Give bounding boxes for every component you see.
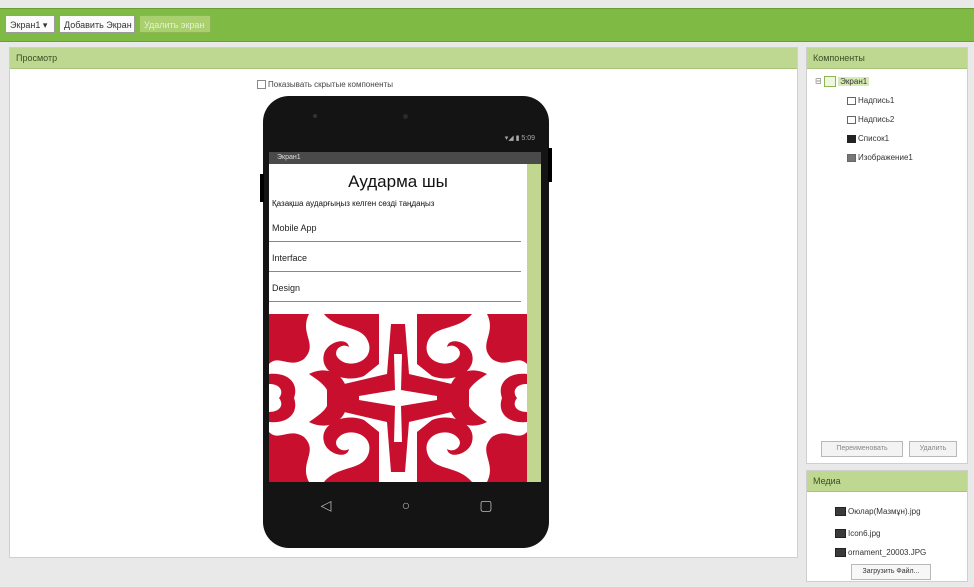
components-title: Компоненты <box>813 53 865 63</box>
top-toolbar: Экран1 ▾ Добавить Экран Удалить экран <box>0 8 974 42</box>
image-icon <box>847 153 856 162</box>
app-title-label: Аударма шы <box>348 172 448 191</box>
image-file-icon <box>835 529 846 539</box>
app-instruction-label: Қазақша аударғыңыз келген сөзді таңдаңыз <box>272 199 435 208</box>
upload-file-button[interactable]: Загрузить Файл... <box>851 564 931 580</box>
viewer-title: Просмотр <box>16 53 58 63</box>
wifi-icon: ▾◢ <box>504 135 514 142</box>
viewer-header: Просмотр <box>10 48 797 69</box>
media-file-label: Оюлар(Мазмұн).jpg <box>848 507 921 516</box>
screen-select-dropdown[interactable]: Экран1 ▾ <box>5 15 55 33</box>
phone-camera <box>403 114 408 119</box>
tree-item[interactable]: Список1 <box>847 134 889 143</box>
media-file-label: Icon6.jpg <box>848 529 881 538</box>
label-icon <box>847 115 856 124</box>
tree-root[interactable]: ⊟ Экран1 <box>815 76 870 87</box>
components-panel: Компоненты ⊟ Экран1 Надпись1 Надпись2 Сп… <box>806 47 968 464</box>
tree-item-label: Изображение1 <box>858 153 913 162</box>
add-screen-button[interactable]: Добавить Экран <box>59 15 135 33</box>
image-file-icon <box>835 507 846 517</box>
tree-item-label: Надпись2 <box>858 115 895 124</box>
media-file[interactable]: Icon6.jpg <box>835 529 881 539</box>
ornament-image <box>269 314 527 482</box>
home-icon[interactable]: ○ <box>397 496 415 514</box>
collapse-icon[interactable]: ⊟ <box>815 77 822 86</box>
media-title: Медиа <box>813 476 841 486</box>
list-item[interactable]: Design <box>269 274 521 302</box>
delete-button[interactable]: Удалить <box>909 441 957 457</box>
show-hidden-label: Показывать скрытые компоненты <box>268 80 393 89</box>
list-item[interactable]: Interface <box>269 244 521 272</box>
remove-screen-button[interactable]: Удалить экран <box>139 15 211 33</box>
screen-icon <box>823 76 836 87</box>
show-hidden-components[interactable]: Показывать скрытые компоненты <box>257 80 393 90</box>
phone-volume-button <box>260 174 264 202</box>
back-icon[interactable]: ◁ <box>317 496 335 514</box>
screen-title: Экран1 <box>277 154 301 161</box>
tree-item[interactable]: Надпись1 <box>847 96 894 105</box>
phone-sensor <box>313 114 317 118</box>
tree-item-label: Список1 <box>858 134 890 143</box>
phone-power-button <box>548 148 552 182</box>
label-icon <box>847 96 856 105</box>
media-file-label: ornament_20003.JPG <box>848 548 927 557</box>
tree-item[interactable]: Надпись2 <box>847 115 894 124</box>
tree-root-label: Экран1 <box>838 76 870 86</box>
screen-content: Аударма шы Қазақша аударғыңыз келген сөз… <box>269 164 527 482</box>
media-file[interactable]: Оюлар(Мазмұн).jpg <box>835 507 921 517</box>
components-header: Компоненты <box>807 48 967 69</box>
tree-item-label: Надпись1 <box>858 96 895 105</box>
status-bar: ▾◢ ▮ 5:09 <box>505 134 535 142</box>
phone-mockup: ▾◢ ▮ 5:09 Экран1 Аударма шы Қазақша ауда… <box>260 96 552 548</box>
rename-button[interactable]: Переименовать <box>821 441 903 457</box>
media-file[interactable]: ornament_20003.JPG <box>835 548 927 558</box>
android-nav-bar: ◁ ○ ▢ <box>263 482 549 532</box>
screen-scrollbar[interactable] <box>527 164 541 482</box>
list-item[interactable]: Mobile App <box>269 214 521 242</box>
media-header: Медиа <box>807 471 967 492</box>
screen-titlebar: Экран1 <box>269 152 541 164</box>
battery-icon: ▮ <box>515 135 520 142</box>
tree-item[interactable]: Изображение1 <box>847 153 913 162</box>
recents-icon[interactable]: ▢ <box>477 496 495 514</box>
media-panel: Медиа Оюлар(Мазмұн).jpg Icon6.jpg orname… <box>806 470 968 582</box>
phone-screen: Экран1 Аударма шы Қазақша аударғыңыз кел… <box>269 152 541 482</box>
show-hidden-checkbox[interactable] <box>257 80 266 90</box>
image-file-icon <box>835 548 846 558</box>
list-icon <box>847 134 856 143</box>
clock-text: 5:09 <box>521 135 535 142</box>
